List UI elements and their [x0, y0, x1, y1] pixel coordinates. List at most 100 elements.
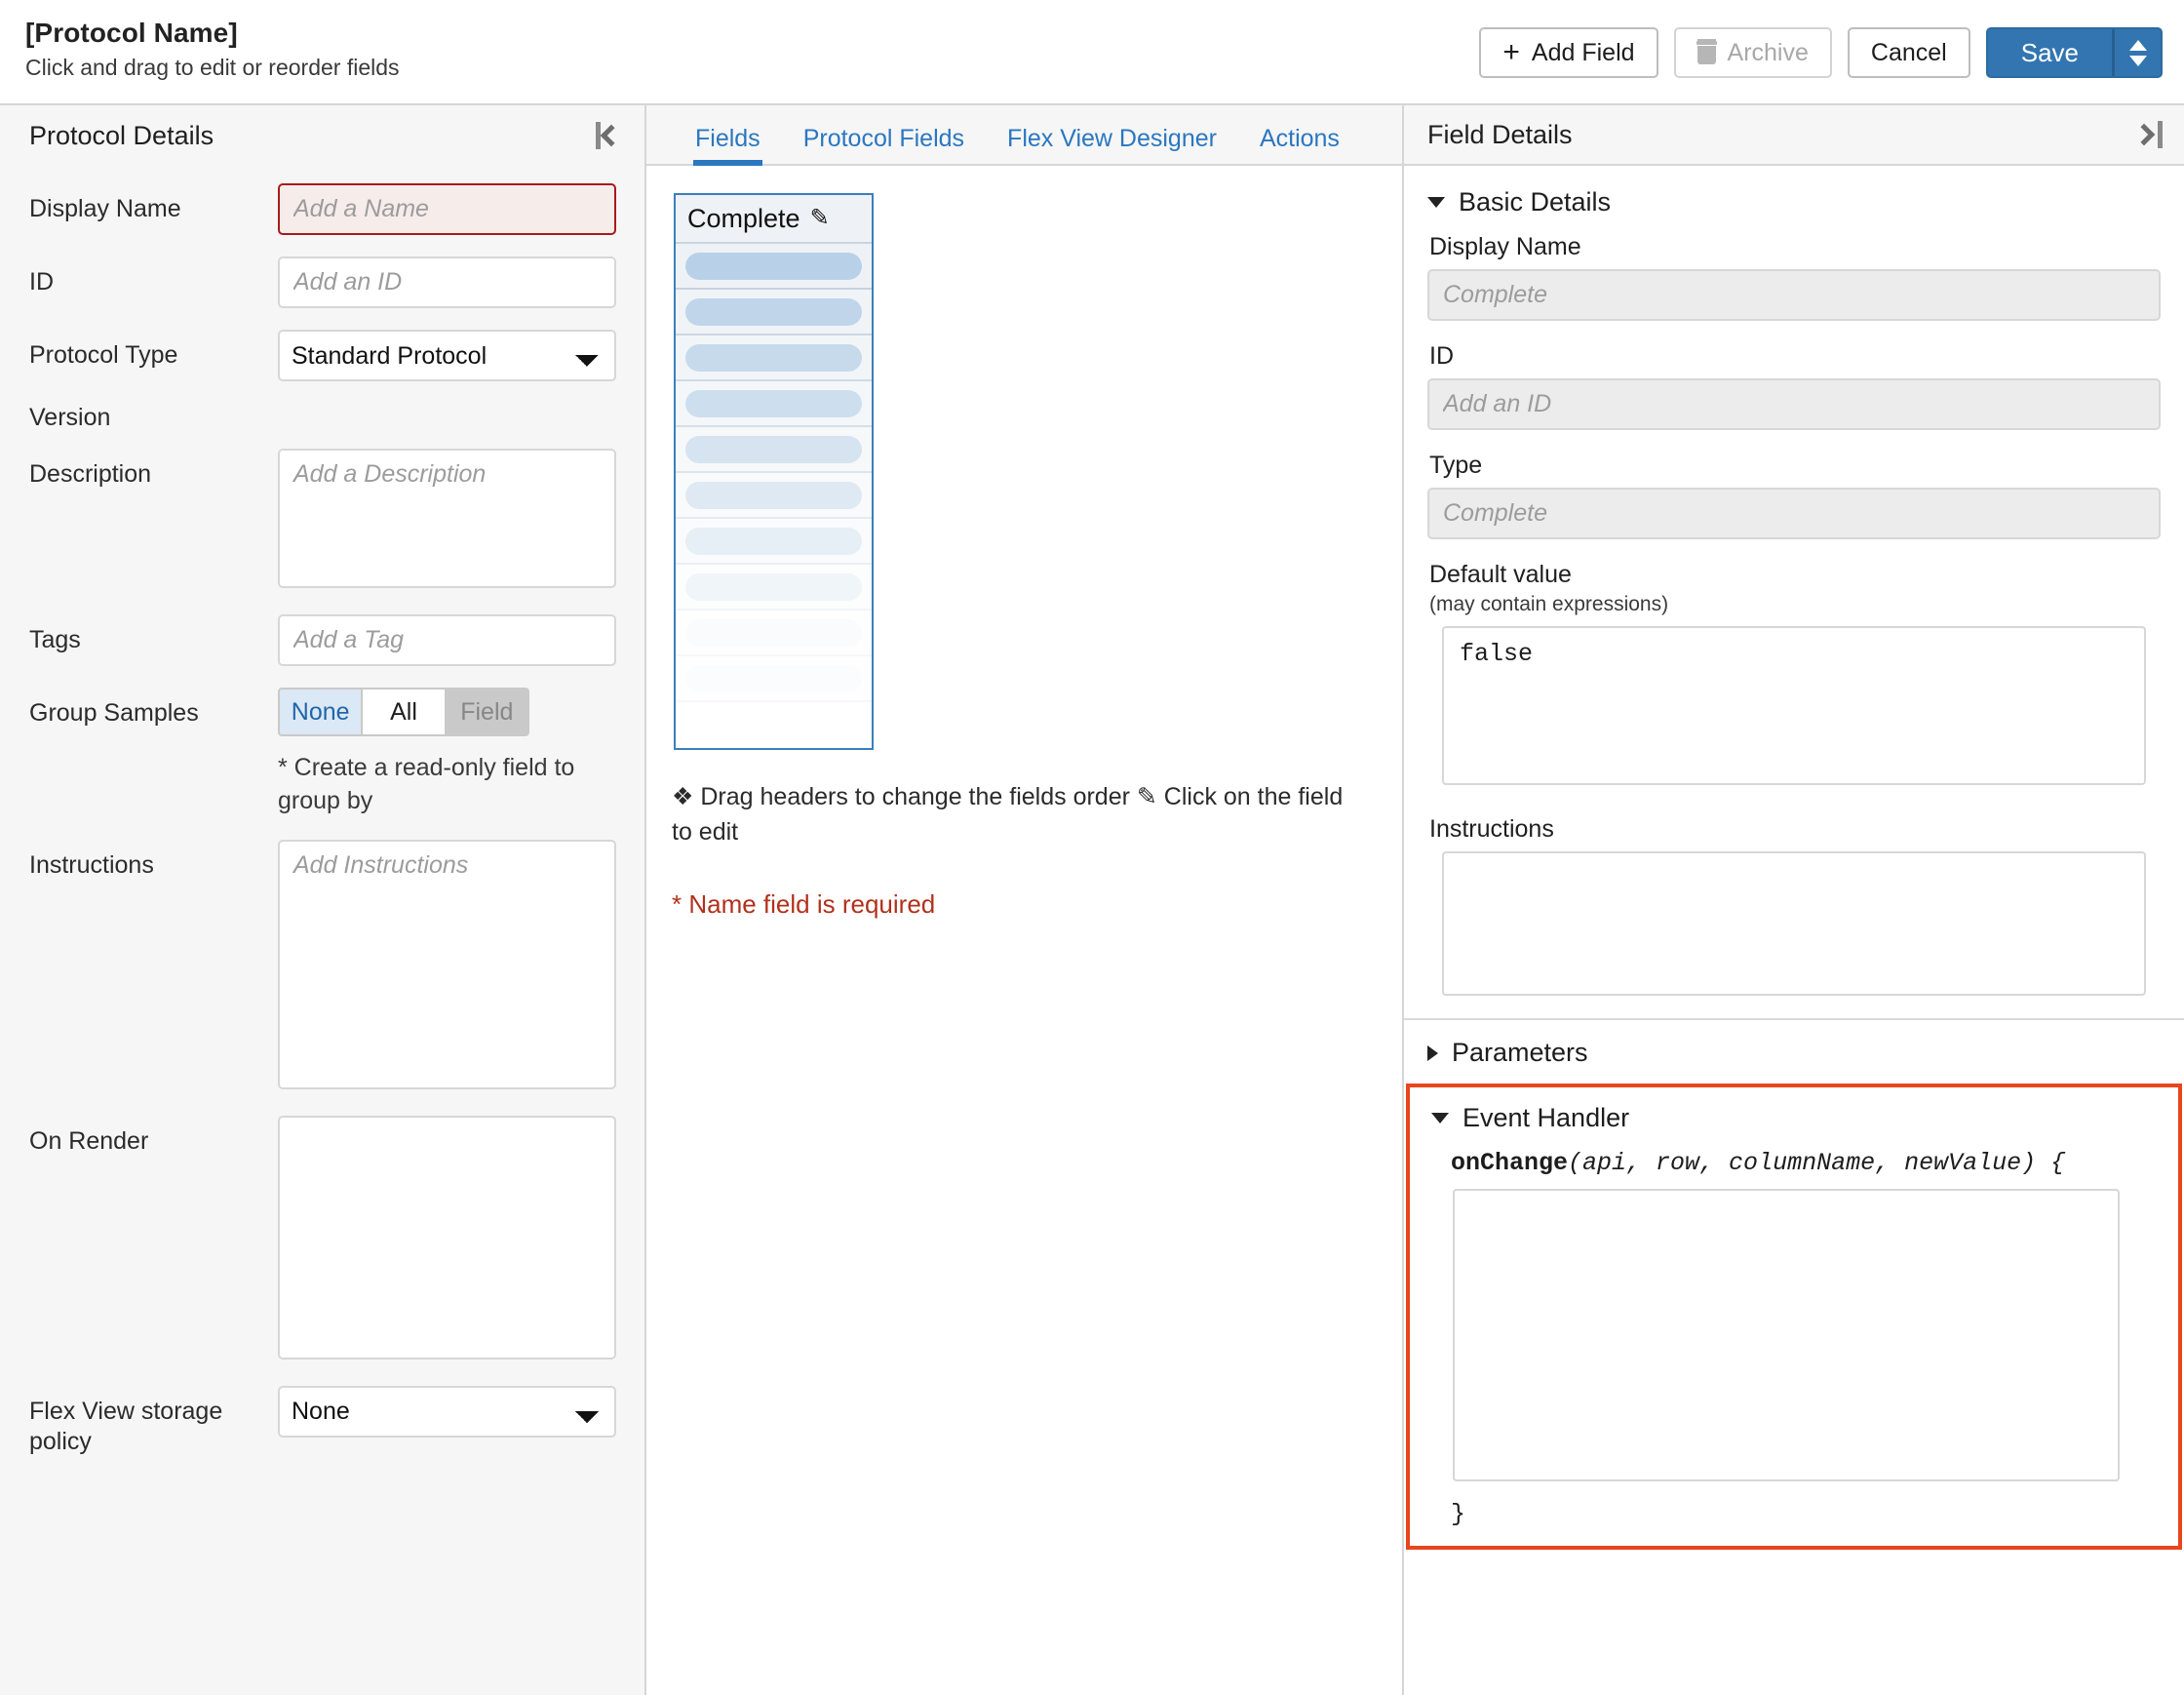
field-version: Version [29, 403, 615, 433]
group-samples-option-field[interactable]: Field [446, 688, 529, 737]
fd-display-name-label: Display Name [1429, 233, 1581, 260]
cancel-label: Cancel [1870, 38, 1947, 66]
event-handler-toggle[interactable]: Event Handler [1431, 1103, 2157, 1133]
id-label: ID [29, 268, 54, 296]
tab-flex-view-designer[interactable]: Flex View Designer [986, 127, 1238, 164]
fd-id-input[interactable] [1427, 378, 2161, 430]
fd-instructions-textarea[interactable] [1442, 851, 2146, 996]
instructions-textarea[interactable] [278, 839, 616, 1089]
field-protocol-type: Protocol Type Standard Protocol [29, 330, 616, 381]
instructions-label: Instructions [29, 850, 154, 879]
save-label: Save [2020, 37, 2079, 67]
page-subtitle: Click and drag to edit or reorder fields [25, 55, 400, 80]
grid-row[interactable] [676, 656, 872, 702]
display-name-input[interactable] [278, 183, 616, 235]
grid-row-placeholder [685, 572, 862, 601]
workspace: Protocol Details Display Name ID Prot [0, 105, 2184, 1695]
page-title: [Protocol Name] [25, 18, 238, 48]
basic-details-section: Basic Details Display Name ID Type Defau… [1404, 166, 2184, 1018]
field-on-render: On Render [29, 1115, 616, 1364]
add-field-button[interactable]: + Add Field [1479, 27, 1658, 78]
pencil-icon: ✎ [1136, 783, 1157, 810]
collapse-left-panel-icon[interactable] [596, 122, 623, 149]
group-samples-option-all[interactable]: All [363, 688, 447, 737]
grid-row[interactable] [676, 244, 872, 290]
fd-type-input[interactable] [1427, 488, 2161, 539]
on-render-textarea[interactable] [278, 1115, 616, 1360]
flex-view-policy-select[interactable]: None [278, 1385, 616, 1438]
collapse-right-panel-icon[interactable] [2132, 121, 2163, 148]
caret-up-icon [2128, 39, 2147, 51]
grid-row[interactable] [676, 611, 872, 656]
field-details-title: Field Details [1427, 119, 1573, 149]
field-instructions: Instructions [29, 839, 616, 1094]
group-samples-segmented-control: None All Field [278, 688, 529, 737]
grid-row[interactable] [676, 519, 872, 565]
grid-row[interactable] [676, 290, 872, 335]
group-samples-option-none[interactable]: None [278, 688, 364, 737]
move-arrows-icon: ❖ [672, 783, 694, 810]
grid-row-placeholder [685, 435, 862, 463]
field-id: ID [29, 256, 616, 308]
grid-row-placeholder [685, 527, 862, 555]
grid-row[interactable] [676, 565, 872, 611]
basic-details-label: Basic Details [1459, 187, 1612, 217]
grid-row-placeholder [685, 389, 862, 417]
toolbar-actions: + Add Field Archive Cancel Save [1479, 27, 2163, 78]
parameters-toggle[interactable]: Parameters [1427, 1038, 2161, 1068]
fd-default-value-note: (may contain expressions) [1429, 593, 1669, 615]
field-group-samples: Group Samples None All Field * Create a … [29, 688, 615, 818]
grid-row-placeholder [685, 297, 862, 326]
column-header-label: Complete [687, 203, 800, 233]
field-details-panel: Field Details Basic Details Display Name… [1404, 105, 2184, 1695]
tab-actions[interactable]: Actions [1238, 127, 1361, 164]
save-options-caret-icon[interactable] [2112, 29, 2161, 76]
save-split-button[interactable]: Save [1985, 27, 2163, 78]
pencil-edit-icon[interactable]: ✎ [810, 207, 830, 230]
grid-row[interactable] [676, 702, 872, 748]
event-handler-body-textarea[interactable] [1453, 1189, 2121, 1481]
description-textarea[interactable] [278, 449, 616, 589]
cancel-button[interactable]: Cancel [1847, 27, 1970, 78]
trash-icon [1696, 41, 1717, 64]
fields-grid-wrapper: Complete ✎ [646, 166, 1402, 750]
description-label: Description [29, 460, 152, 489]
fd-default-value-label: Default value [1429, 561, 1572, 588]
column-header-complete[interactable]: Complete ✎ [676, 195, 872, 244]
tags-input[interactable] [278, 614, 616, 667]
field-tags: Tags [29, 614, 616, 667]
caret-down-icon [2128, 55, 2147, 66]
legend-drag-text: Drag headers to change the fields order [700, 783, 1130, 810]
tab-protocol-fields[interactable]: Protocol Fields [782, 127, 986, 164]
fd-type-label: Type [1429, 452, 1483, 479]
archive-button[interactable]: Archive [1673, 27, 1832, 78]
fd-display-name-input[interactable] [1427, 269, 2161, 321]
protocol-type-select[interactable]: Standard Protocol [278, 330, 616, 381]
fd-default-value-textarea[interactable]: false [1442, 626, 2146, 785]
title-block: [Protocol Name] Click and drag to edit o… [25, 16, 400, 83]
basic-details-toggle[interactable]: Basic Details [1427, 187, 2161, 217]
tab-fields[interactable]: Fields [674, 127, 782, 166]
event-handler-fn-name: onChange [1451, 1149, 1569, 1177]
archive-label: Archive [1727, 38, 1809, 66]
add-field-label: Add Field [1531, 38, 1635, 66]
triangle-down-icon [1431, 1113, 1449, 1123]
grid-row[interactable] [676, 335, 872, 381]
protocol-details-panel: Protocol Details Display Name ID Prot [0, 105, 646, 1695]
field-description: Description [29, 449, 616, 593]
field-details-header: Field Details [1404, 105, 2184, 166]
grid-row[interactable] [676, 473, 872, 519]
grid-row[interactable] [676, 427, 872, 473]
event-handler-closing-brace: } [1451, 1500, 1466, 1528]
grid-legend: ❖ Drag headers to change the fields orde… [672, 779, 1345, 850]
panel-tabs: Fields Protocol Fields Flex View Designe… [646, 105, 1402, 166]
grid-row-placeholder [685, 618, 862, 647]
fields-grid: Complete ✎ [674, 193, 874, 750]
event-handler-section: Event Handler onChange(api, row, columnN… [1406, 1084, 2182, 1550]
grid-row[interactable] [676, 381, 872, 427]
fd-instructions-label: Instructions [1429, 815, 1554, 843]
grid-row-placeholder [685, 481, 862, 509]
group-samples-label: Group Samples [29, 699, 199, 728]
id-input[interactable] [278, 256, 616, 308]
save-button[interactable]: Save [1988, 29, 2112, 76]
